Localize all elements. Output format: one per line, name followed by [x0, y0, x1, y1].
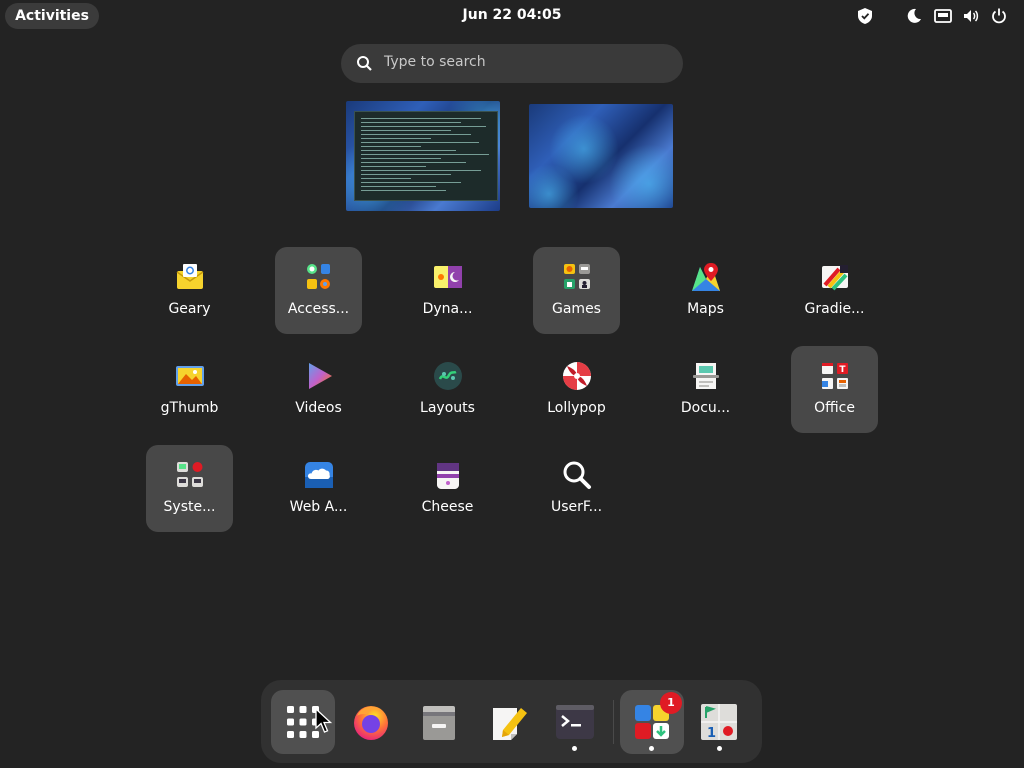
tour-icon: 1	[699, 702, 739, 742]
web-apps-icon	[303, 459, 335, 491]
dock-firefox[interactable]	[339, 690, 403, 754]
app-label: Videos	[295, 400, 342, 416]
volume-icon[interactable]	[962, 7, 980, 25]
search-entry[interactable]: Type to search	[341, 44, 683, 83]
app-maps[interactable]: Maps	[662, 247, 749, 334]
top-bar: Activities Jun 22 04:05	[0, 0, 1024, 32]
night-light-icon[interactable]	[905, 7, 923, 25]
app-gradience[interactable]: Gradie...	[791, 247, 878, 334]
videos-icon	[303, 360, 335, 392]
app-label: Gradie...	[804, 301, 865, 317]
files-icon	[419, 702, 459, 742]
app-layouts[interactable]: Layouts	[404, 346, 491, 433]
maps-icon	[690, 261, 722, 293]
terminal-window-thumbnail[interactable]	[346, 101, 500, 211]
folder-accessories[interactable]: Access...	[275, 247, 362, 334]
dock-terminal[interactable]	[543, 690, 607, 754]
dock-files[interactable]	[407, 690, 471, 754]
folder-games[interactable]: Games	[533, 247, 620, 334]
games-folder-icon	[561, 261, 593, 293]
document-scanner-icon	[690, 360, 722, 392]
network-icon[interactable]	[934, 7, 952, 25]
app-web-apps[interactable]: Web A...	[275, 445, 362, 532]
gthumb-icon	[174, 360, 206, 392]
app-label: Cheese	[421, 499, 474, 515]
accessories-folder-icon	[303, 261, 335, 293]
dynamic-wallpaper-icon	[432, 261, 464, 293]
search-icon	[356, 55, 373, 72]
running-indicator	[649, 746, 654, 751]
geary-icon	[174, 261, 206, 293]
mouse-cursor-icon	[315, 707, 333, 734]
app-label: Maps	[687, 301, 724, 317]
folder-office[interactable]: T Office	[791, 346, 878, 433]
text-editor-icon	[489, 702, 529, 742]
running-indicator	[717, 746, 722, 751]
running-indicator	[572, 746, 577, 751]
app-dynamic-wallpaper[interactable]: Dyna...	[404, 247, 491, 334]
app-label: Office	[814, 400, 855, 416]
app-label: gThumb	[160, 400, 219, 416]
folder-system[interactable]: Syste...	[146, 445, 233, 532]
app-videos[interactable]: Videos	[275, 346, 362, 433]
app-gthumb[interactable]: gThumb	[146, 346, 233, 433]
terminal-icon	[555, 702, 595, 742]
lollypop-icon	[561, 360, 593, 392]
power-icon[interactable]	[990, 7, 1008, 25]
shield-icon[interactable]	[856, 7, 874, 25]
app-label: Lollypop	[547, 400, 606, 416]
office-folder-icon: T	[819, 360, 851, 392]
desktop-window-thumbnail[interactable]	[529, 104, 673, 208]
search-placeholder: Type to search	[384, 54, 486, 70]
userfinder-icon	[561, 459, 593, 491]
svg-text:1: 1	[707, 726, 716, 741]
app-userfinder[interactable]: UserF...	[533, 445, 620, 532]
app-cheese[interactable]: Cheese	[404, 445, 491, 532]
terminal-window-preview	[354, 111, 498, 201]
app-lollypop[interactable]: Lollypop	[533, 346, 620, 433]
firefox-icon	[351, 702, 391, 742]
dock-text-editor[interactable]	[477, 690, 541, 754]
layouts-icon	[432, 360, 464, 392]
dock-tour[interactable]: 1	[687, 690, 751, 754]
app-label: Geary	[168, 301, 211, 317]
app-label: Access...	[287, 301, 350, 317]
app-label: Docu...	[680, 400, 731, 416]
app-label: Web A...	[289, 499, 348, 515]
cheese-icon	[432, 459, 464, 491]
app-document-scanner[interactable]: Docu...	[662, 346, 749, 433]
gradience-icon	[819, 261, 851, 293]
app-label: Games	[552, 301, 601, 317]
dock-separator	[613, 700, 614, 744]
app-label: Syste...	[163, 499, 216, 515]
svg-text:T: T	[839, 365, 846, 375]
system-folder-icon	[174, 459, 206, 491]
app-geary[interactable]: Geary	[146, 247, 233, 334]
app-label: UserF...	[550, 499, 603, 515]
app-label: Layouts	[420, 400, 475, 416]
notification-badge: 1	[660, 692, 682, 714]
app-label: Dyna...	[422, 301, 473, 317]
